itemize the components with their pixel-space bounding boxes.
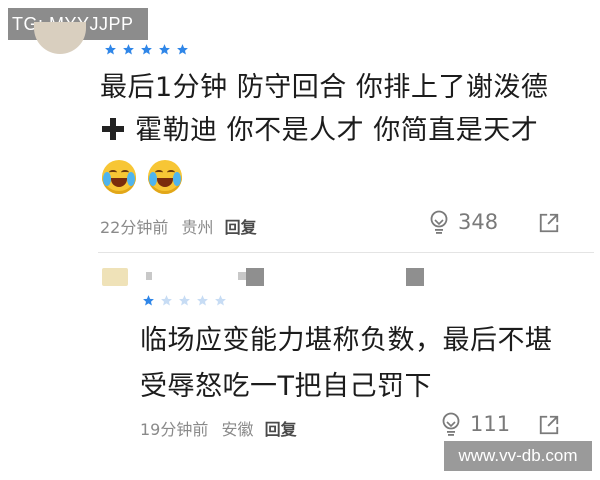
star-icon <box>105 44 116 55</box>
divider <box>98 252 594 253</box>
avatar[interactable] <box>102 268 128 286</box>
star-rating <box>104 43 189 56</box>
reply-button[interactable]: 回复 <box>265 420 297 439</box>
star-icon <box>123 44 134 55</box>
star-rating <box>142 294 227 307</box>
comment-line: 最后1分钟 防守回合 你排上了谢泼德 <box>100 72 549 103</box>
emoji-row <box>102 160 182 194</box>
comment-time: 22分钟前 <box>100 218 169 237</box>
redacted-username <box>406 268 424 286</box>
laughing-crying-face-icon <box>148 160 182 194</box>
comment-text: 最后1分钟 防守回合 你排上了谢泼德 霍勒迪 你不是人才 你简直是天才 <box>100 66 548 152</box>
comment-line: 受辱怒吃一T把自己罚下 <box>140 371 432 402</box>
redacted-username <box>246 268 264 286</box>
comment-line-row: 霍勒迪 你不是人才 你简直是天才 <box>100 109 548 152</box>
star-icon <box>177 44 188 55</box>
star-icon <box>143 295 154 306</box>
lightbulb-icon <box>430 210 448 234</box>
star-empty-icon <box>197 295 208 306</box>
like-button[interactable]: 111 <box>440 412 510 436</box>
laughing-crying-face-icon <box>102 160 136 194</box>
comment-time: 19分钟前 <box>140 420 209 439</box>
star-empty-icon <box>161 295 172 306</box>
redacted-username <box>146 272 152 280</box>
redacted-username <box>238 272 246 280</box>
avatar[interactable] <box>34 22 86 54</box>
share-icon[interactable] <box>538 414 560 436</box>
reply-button[interactable]: 回复 <box>225 218 257 237</box>
star-icon <box>159 44 170 55</box>
like-button[interactable]: 348 <box>428 210 498 234</box>
comment-meta: 19分钟前 安徽 回复 <box>140 416 297 440</box>
like-count: 348 <box>458 210 499 234</box>
comment-line: 霍勒迪 你不是人才 你简直是天才 <box>135 115 539 146</box>
star-empty-icon <box>215 295 226 306</box>
star-empty-icon <box>179 295 190 306</box>
comment-text: 临场应变能力堪称负数，最后不堪 受辱怒吃一T把自己罚下 <box>140 318 553 410</box>
share-icon[interactable] <box>538 212 560 234</box>
heavy-plus-icon <box>100 109 126 152</box>
comment-location: 安徽 <box>221 420 254 439</box>
lightbulb-icon <box>442 412 460 436</box>
comment-location: 贵州 <box>181 218 214 237</box>
like-count: 111 <box>470 412 511 436</box>
comment-line: 临场应变能力堪称负数，最后不堪 <box>140 325 553 356</box>
star-icon <box>141 44 152 55</box>
comment-meta: 22分钟前 贵州 回复 <box>100 214 257 238</box>
watermark-bottom-right: www.vv-db.com <box>444 441 592 471</box>
